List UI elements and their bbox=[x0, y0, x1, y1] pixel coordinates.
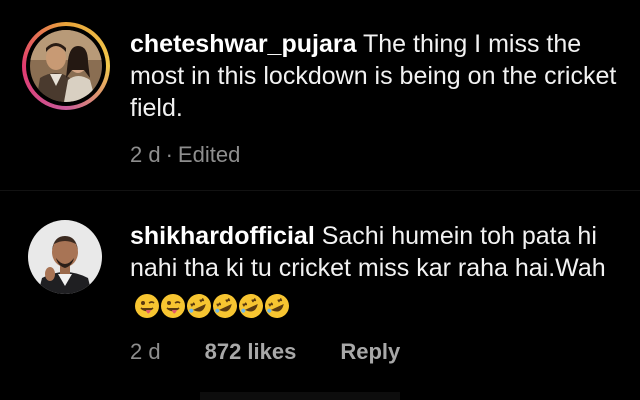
comment-meta: 2 d 872 likes Reply bbox=[130, 339, 625, 365]
winking-tongue-emoji-icon bbox=[135, 294, 159, 319]
likes-count[interactable]: 872 likes bbox=[205, 339, 297, 365]
meta-separator: · bbox=[165, 142, 173, 167]
timestamp: 2 d bbox=[130, 142, 161, 167]
timestamp: 2 d bbox=[130, 339, 161, 364]
rofl-emoji-icon bbox=[187, 294, 211, 319]
edited-label: Edited bbox=[177, 142, 241, 167]
comment-body: cheteshwar_pujara The thing I miss the m… bbox=[130, 28, 625, 168]
username-link[interactable]: cheteshwar_pujara bbox=[130, 30, 357, 58]
story-ring bbox=[22, 22, 110, 110]
comment-text: cheteshwar_pujara The thing I miss the m… bbox=[130, 28, 625, 124]
rofl-emoji-icon bbox=[265, 294, 289, 319]
avatar[interactable] bbox=[28, 220, 102, 294]
comment-body: shikhardofficial Sachi humein toh pata h… bbox=[130, 220, 625, 365]
comment-meta: 2 d · Edited bbox=[130, 142, 625, 168]
username-link[interactable]: shikhardofficial bbox=[130, 222, 315, 250]
rofl-emoji-icon bbox=[239, 294, 263, 319]
reply-button[interactable]: Reply bbox=[340, 339, 400, 365]
cutoff-content bbox=[200, 392, 400, 400]
comment-divider bbox=[0, 190, 640, 191]
comment-text: shikhardofficial Sachi humein toh pata h… bbox=[130, 220, 625, 321]
avatar bbox=[30, 30, 102, 102]
rofl-emoji-icon bbox=[213, 294, 237, 319]
winking-tongue-emoji-icon bbox=[161, 294, 185, 319]
avatar-with-story-ring[interactable] bbox=[22, 22, 110, 110]
emoji-group bbox=[134, 289, 290, 321]
